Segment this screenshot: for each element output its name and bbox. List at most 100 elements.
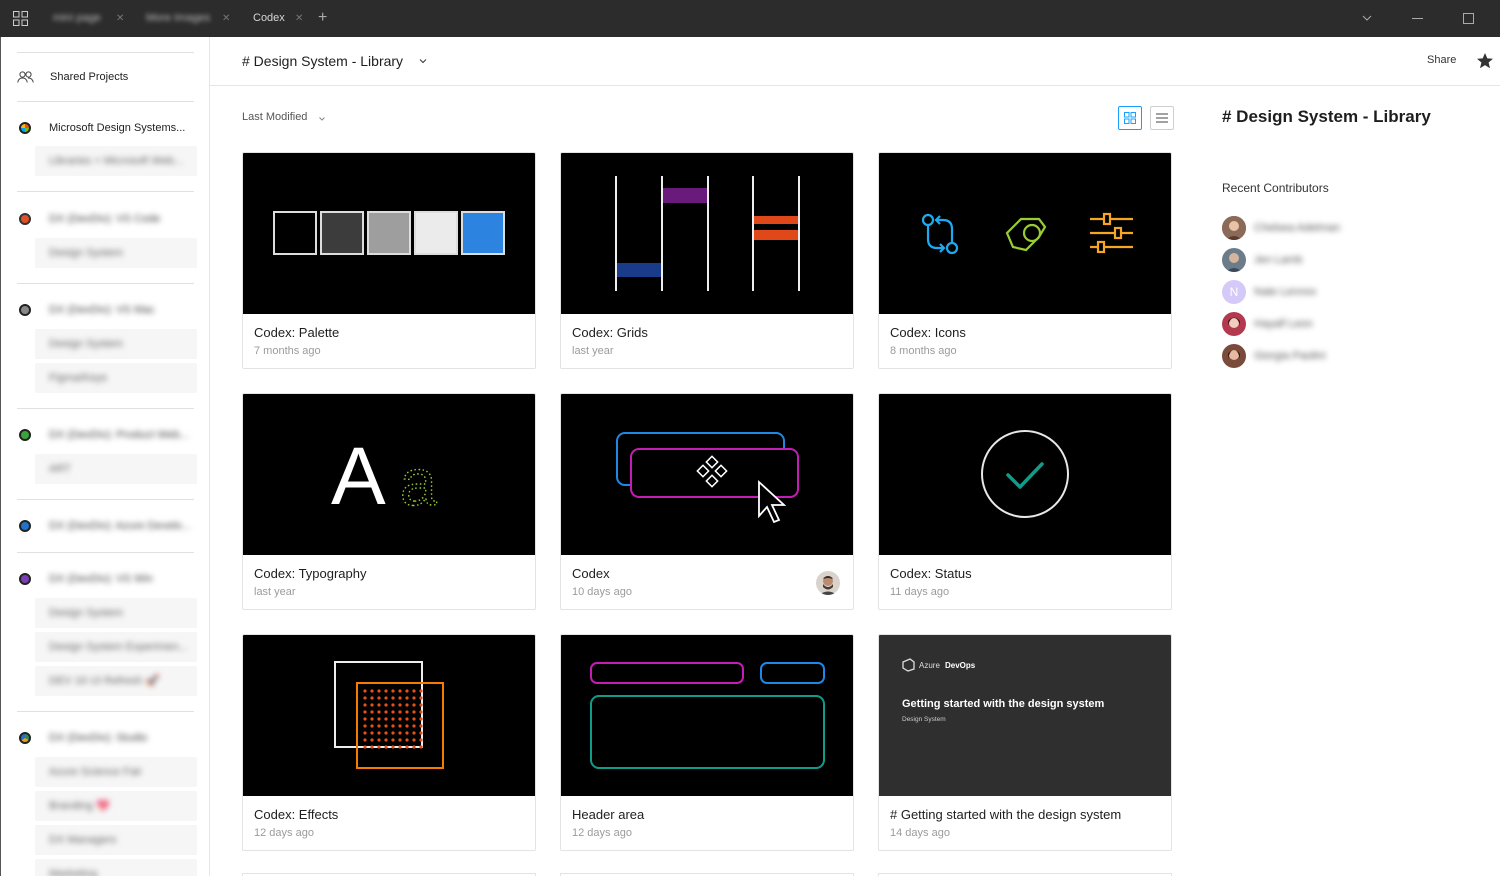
grid-icon	[1124, 112, 1136, 124]
sidebar-project-item[interactable]: Marketing	[35, 859, 197, 876]
file-date: 8 months ago	[890, 345, 957, 357]
sidebar-item-label: Shared Projects	[50, 71, 129, 83]
team-logo-icon	[19, 122, 31, 134]
file-card-header-area[interactable]: Header area 12 days ago	[560, 634, 854, 851]
effects-dot	[405, 731, 409, 735]
effects-dot	[405, 745, 409, 749]
sidebar-team[interactable]: DX (DevDiv): VS Mac	[19, 303, 155, 317]
file-date: last year	[254, 586, 296, 598]
sidebar-project-item[interactable]: Figma/Keys	[35, 363, 197, 393]
effects-dot	[412, 710, 416, 714]
effects-dot	[412, 738, 416, 742]
effects-dot	[391, 703, 395, 707]
sidebar-team[interactable]: DX (DevDiv): Studio	[19, 731, 147, 745]
star-icon[interactable]	[1476, 52, 1494, 70]
project-label: ART	[49, 463, 71, 475]
sidebar-team[interactable]: DX (DevDiv): VS Win	[19, 572, 153, 586]
file-title: Codex: Grids	[572, 325, 648, 340]
effects-dot	[398, 745, 402, 749]
sidebar-project-item[interactable]: DEV 16 UI Refresh 🚀	[35, 666, 197, 696]
tab-codex[interactable]: Codex	[253, 0, 285, 37]
maximize-button[interactable]	[1463, 13, 1474, 24]
effects-dot	[391, 745, 395, 749]
sidebar-item-shared-projects[interactable]: Shared Projects	[17, 69, 128, 85]
project-label: Design System	[49, 247, 123, 259]
effects-dot	[384, 724, 388, 728]
contributor-item[interactable]: Chelsea Adelman	[1222, 213, 1372, 243]
project-label: Design System Experimen...	[49, 641, 188, 653]
page-title[interactable]: # Design System - Library	[242, 53, 403, 69]
chevron-down-icon[interactable]	[1361, 12, 1373, 24]
contributor-item[interactable]: Jen Lamb	[1222, 245, 1372, 275]
sidebar-team-microsoft-design-systems[interactable]: Microsoft Design Systems...	[19, 121, 185, 135]
sidebar-team[interactable]: DX (DevDiv): Product Web...	[19, 428, 189, 442]
palette-thumbnail-art	[273, 211, 505, 255]
tab-1[interactable]: mini page	[53, 0, 101, 37]
file-card-grids[interactable]: Codex: Grids last year	[560, 152, 854, 369]
title-bar: mini page ✕ More Images ✕ Codex ✕ +	[0, 0, 1500, 37]
avatar	[816, 571, 840, 595]
sidebar-project-item[interactable]: Design System Experimen...	[35, 632, 197, 662]
grid-view-button[interactable]	[1118, 106, 1142, 130]
effects-dot	[391, 689, 395, 693]
file-card-icons[interactable]: Codex: Icons 8 months ago	[878, 152, 1172, 369]
effects-dot	[363, 689, 367, 693]
effects-dot	[398, 724, 402, 728]
sort-dropdown[interactable]: Last Modified	[242, 111, 307, 123]
close-tab-icon[interactable]: ✕	[116, 0, 124, 37]
project-label: Libraries + Microsoft Web...	[49, 155, 183, 167]
sidebar-team[interactable]: DX (DevDiv): Azure Develo...	[19, 519, 191, 533]
minimize-button[interactable]	[1412, 18, 1423, 19]
grids-thumbnail-art	[615, 176, 800, 291]
sidebar-project-item[interactable]: ART	[35, 454, 197, 484]
file-card-typography[interactable]: A a Codex: Typography last year	[242, 393, 536, 610]
sidebar-project-item[interactable]: Design System	[35, 598, 197, 628]
divider	[17, 283, 194, 284]
contributor-item[interactable]: Giorgia Paolini	[1222, 341, 1372, 371]
tab-2[interactable]: More Images	[146, 0, 210, 37]
file-thumbnail	[561, 153, 853, 314]
file-card-status[interactable]: Codex: Status 11 days ago	[878, 393, 1172, 610]
file-title: # Getting started with the design system	[890, 807, 1122, 822]
close-tab-icon[interactable]: ✕	[295, 0, 303, 37]
divider	[17, 499, 194, 500]
effects-dot	[377, 717, 381, 721]
project-label: DX Managers	[49, 834, 117, 846]
app-menu-icon[interactable]	[13, 11, 28, 26]
sidebar-project-item[interactable]: Branding 💖	[35, 791, 197, 821]
file-card-effects[interactable]: Codex: Effects 12 days ago	[242, 634, 536, 851]
effects-dot	[384, 738, 388, 742]
contributor-item[interactable]: Hayalf Leon	[1222, 309, 1372, 339]
project-label: DEV 16 UI Refresh 🚀	[49, 675, 160, 687]
effects-dot	[363, 710, 367, 714]
contributor-item[interactable]: N Nate Lennox	[1222, 277, 1372, 307]
effects-dot	[370, 710, 374, 714]
recent-contributors-heading: Recent Contributors	[1222, 181, 1329, 195]
sidebar-team[interactable]: DX (DevDiv): VS Code	[19, 212, 160, 226]
file-card-codex[interactable]: Codex 10 days ago	[560, 393, 854, 610]
new-tab-button[interactable]: +	[318, 9, 327, 27]
file-card-getting-started[interactable]: Azure DevOps Getting started with the de…	[878, 634, 1172, 851]
effects-dot	[370, 731, 374, 735]
sidebar-project-item[interactable]: Design System	[35, 329, 197, 359]
effects-dot	[384, 717, 388, 721]
team-label: DX (DevDiv): VS Win	[49, 573, 153, 585]
chevron-down-icon[interactable]	[419, 58, 427, 64]
list-view-button[interactable]	[1150, 106, 1174, 130]
sidebar-project-item[interactable]: DX Managers	[35, 825, 197, 855]
file-thumbnail: Azure DevOps Getting started with the de…	[879, 635, 1171, 796]
project-label: Design System	[49, 607, 123, 619]
file-card-palette[interactable]: Codex: Palette 7 months ago	[242, 152, 536, 369]
chevron-down-icon[interactable]	[318, 116, 326, 122]
effects-dot	[398, 689, 402, 693]
share-button[interactable]: Share	[1427, 54, 1456, 66]
sidebar-project-item[interactable]: Design System	[35, 238, 197, 268]
close-tab-icon[interactable]: ✕	[222, 0, 230, 37]
team-logo-icon	[19, 429, 31, 441]
sidebar-project-item[interactable]: Libraries + Microsoft Web...	[35, 146, 197, 176]
sidebar-project-item[interactable]: Azure Science Fair	[35, 757, 197, 787]
effects-dot	[391, 717, 395, 721]
tab-label: mini page	[53, 12, 101, 24]
effects-dot	[384, 689, 388, 693]
effects-dot	[419, 731, 423, 735]
